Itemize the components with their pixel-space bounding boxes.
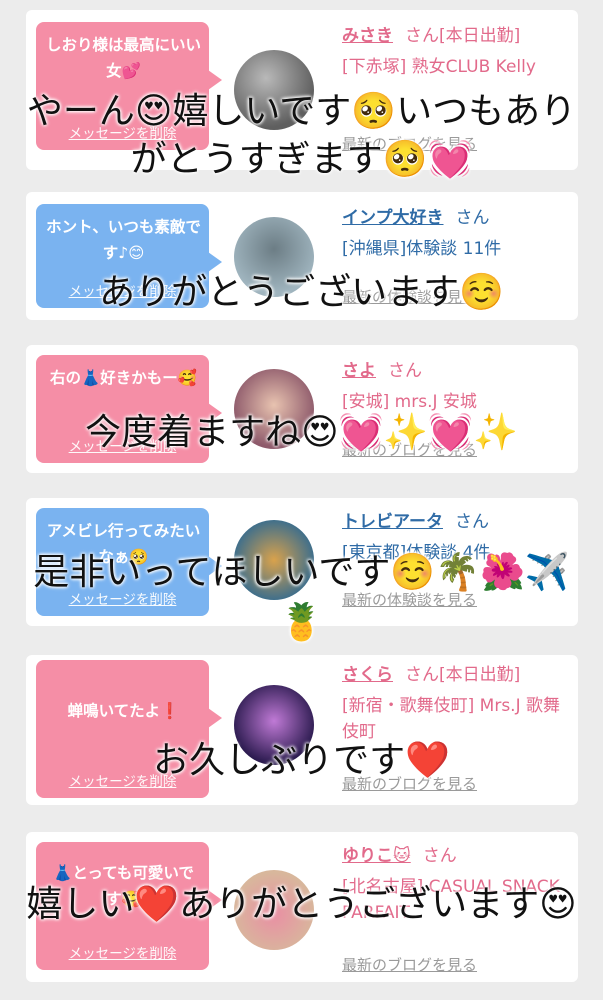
- sender-status: さん: [388, 361, 422, 381]
- sender-name-link[interactable]: さよ: [342, 361, 376, 381]
- sender-name-link[interactable]: みさき: [342, 26, 393, 46]
- message-text: 蝉鳴いてたよ❗️: [67, 702, 180, 720]
- reply-overlay-text: 今度着ますね😍💓✨💓✨: [85, 412, 518, 453]
- sender-area-shop: [下赤塚] 熟女CLUB Kelly: [342, 57, 536, 77]
- sender-status: さん: [422, 846, 457, 866]
- sender-status: さん[本日出勤]: [405, 665, 521, 685]
- sender-name-link[interactable]: トレビアータ: [342, 512, 443, 532]
- sender-status: さん: [454, 512, 489, 532]
- reply-overlay-text: ありがとうございます☺️: [99, 272, 504, 313]
- sender-name-link[interactable]: インプ大好き: [342, 208, 444, 228]
- reply-overlay-text: お久しぶりです❤️: [153, 740, 450, 781]
- sender-status: さん[本日出勤]: [405, 26, 521, 46]
- delete-message-link[interactable]: メッセージを削除: [36, 942, 209, 962]
- sender-status: さん: [455, 208, 490, 228]
- sender-name-link[interactable]: さくら: [342, 665, 393, 685]
- message-text: 右の👗好きかもー🥰: [49, 369, 198, 387]
- latest-blog-link[interactable]: 最新のブログを見る: [342, 954, 477, 975]
- reply-overlay-text: 是非いってほしいです☺️🌴🌺✈️🍍: [33, 552, 570, 643]
- sender-area-shop: [沖縄県]体験談 11件: [342, 239, 502, 259]
- message-text: ホント、いつも素敵です♪😊: [46, 218, 201, 262]
- sender-name-link[interactable]: ゆりこ🐱: [342, 846, 411, 866]
- reply-overlay-text: やーん😍嬉しいです🥺いつもありがとうすぎます🥺💓: [26, 91, 577, 180]
- message-text: しおり様は最高にいい女💕: [46, 36, 202, 80]
- reply-overlay-text: 嬉しい❤️ありがとうございます😍: [26, 884, 577, 925]
